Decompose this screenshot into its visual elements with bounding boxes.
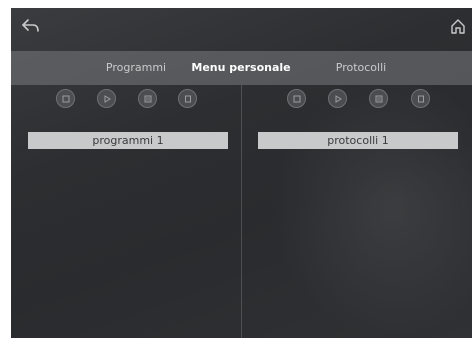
play-icon bbox=[335, 94, 342, 103]
top-bar bbox=[11, 8, 472, 51]
list-button[interactable] bbox=[369, 89, 388, 108]
stop-button[interactable] bbox=[287, 89, 306, 108]
list-icon bbox=[375, 95, 382, 102]
home-icon[interactable] bbox=[448, 16, 468, 36]
list-item-programmi-1[interactable]: programmi 1 bbox=[28, 132, 228, 149]
pause-icon bbox=[417, 95, 424, 102]
tab-programmi[interactable]: Programmi bbox=[91, 51, 181, 85]
list-button[interactable] bbox=[138, 89, 157, 108]
play-button[interactable] bbox=[97, 89, 116, 108]
stop-button[interactable] bbox=[56, 89, 75, 108]
play-button[interactable] bbox=[328, 89, 347, 108]
tab-bar: Programmi Menu personale Protocolli bbox=[11, 51, 472, 85]
play-icon bbox=[104, 94, 111, 103]
list-item-protocolli-1[interactable]: protocolli 1 bbox=[258, 132, 458, 149]
tab-menu-personale[interactable]: Menu personale bbox=[191, 51, 291, 85]
tab-protocolli[interactable]: Protocolli bbox=[321, 51, 401, 85]
list-icon bbox=[144, 95, 151, 102]
pause-button[interactable] bbox=[411, 89, 430, 108]
panel-divider bbox=[241, 85, 242, 338]
pause-icon bbox=[184, 95, 191, 102]
app-screen: Programmi Menu personale Protocolli prog… bbox=[11, 8, 472, 338]
stop-icon bbox=[293, 95, 300, 102]
back-arrow-icon[interactable] bbox=[21, 16, 41, 36]
stop-icon bbox=[62, 95, 69, 102]
pause-button[interactable] bbox=[178, 89, 197, 108]
